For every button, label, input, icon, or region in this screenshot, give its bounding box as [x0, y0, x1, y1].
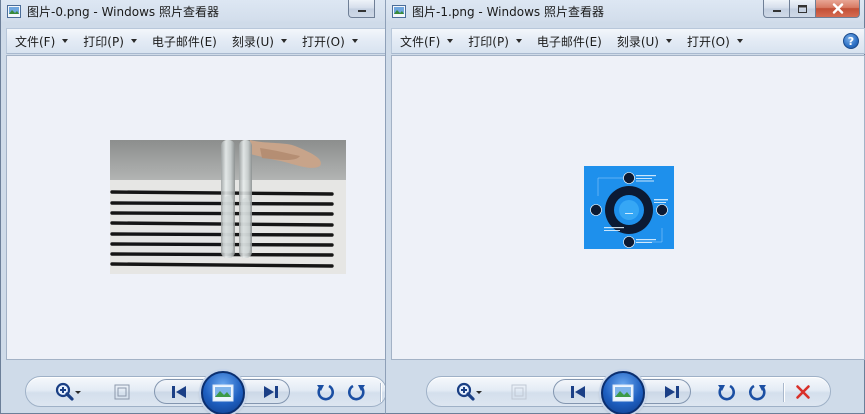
chevron-down-icon [130, 39, 137, 43]
title-bar[interactable]: 图片-0.png - Windows 照片查看器 [1, 0, 385, 22]
menu-burn-label: 刻录(U) [616, 34, 659, 49]
photo-viewer-app-icon [7, 4, 21, 18]
previous-icon [172, 386, 186, 398]
menu-print[interactable]: 打印(P) [460, 28, 529, 54]
menu-file[interactable]: 文件(F) [7, 28, 75, 54]
toolbar-separator [783, 383, 784, 402]
next-button[interactable] [660, 383, 684, 401]
chevron-down-icon [351, 39, 358, 43]
menu-print[interactable]: 打印(P) [75, 28, 144, 54]
zoom-icon [456, 382, 482, 401]
chevron-down-icon [447, 39, 454, 43]
rotate-counterclockwise-icon [718, 384, 735, 401]
menu-print-label: 打印(P) [468, 34, 509, 49]
test-tubes-photo [110, 140, 346, 274]
actual-size-button[interactable] [511, 384, 527, 400]
slideshow-button[interactable] [601, 371, 645, 414]
photo-viewer-app-icon [392, 4, 406, 18]
actual-size-icon [511, 384, 527, 400]
caption-buttons [763, 0, 860, 18]
slideshow-button[interactable] [201, 371, 245, 414]
chevron-down-icon [736, 39, 743, 43]
chevron-down-icon [666, 39, 672, 43]
actual-size-icon [114, 384, 130, 400]
next-icon [264, 386, 278, 398]
toolbar [426, 371, 831, 414]
toolbar [25, 371, 387, 414]
rotate-clockwise-button[interactable] [747, 381, 769, 403]
image-viewer-area[interactable] [6, 55, 387, 360]
minimize-icon [357, 9, 366, 12]
zoom-button[interactable] [455, 381, 483, 403]
chevron-down-icon [515, 39, 522, 43]
zoom-button[interactable] [54, 381, 82, 403]
chevron-down-icon [62, 39, 69, 43]
command-bar: 文件(F) 打印(P) 电子邮件(E) 刻录(U) 打开(O) ? [391, 28, 865, 54]
menu-burn[interactable]: 刻录(U) [609, 28, 679, 54]
menu-open-label: 打开(O) [302, 34, 345, 49]
caption-buttons [348, 0, 375, 18]
navigation-group [553, 371, 691, 414]
close-button[interactable] [816, 0, 860, 18]
slideshow-icon [212, 384, 234, 402]
infographic-image [584, 166, 674, 249]
previous-icon [571, 386, 585, 398]
menu-open[interactable]: 打开(O) [679, 28, 750, 54]
close-icon [832, 3, 843, 14]
delete-icon [796, 385, 810, 399]
zoom-icon [55, 382, 81, 401]
window-title: 图片-1.png - Windows 照片查看器 [412, 4, 604, 19]
menu-open-label: 打开(O) [687, 34, 730, 49]
menu-burn-label: 刻录(U) [231, 34, 274, 49]
rotate-counterclockwise-button[interactable] [715, 381, 737, 403]
maximize-button[interactable] [790, 0, 816, 18]
menu-email[interactable]: 电子邮件(E) [144, 28, 224, 54]
menu-email-label: 电子邮件(E) [536, 34, 602, 49]
menu-file[interactable]: 文件(F) [392, 28, 460, 54]
delete-button[interactable] [793, 382, 813, 402]
minimize-button[interactable] [348, 0, 375, 18]
chevron-down-icon [281, 39, 287, 43]
previous-button[interactable] [167, 383, 191, 401]
photo-viewer-window-1: 图片-1.png - Windows 照片查看器 文件(F) 打印(P) 电子邮… [385, 0, 865, 414]
menu-print-label: 打印(P) [83, 34, 124, 49]
menu-file-label: 文件(F) [400, 34, 441, 49]
minimize-button[interactable] [763, 0, 790, 18]
command-bar: 文件(F) 打印(P) 电子邮件(E) 刻录(U) 打开(O) [6, 28, 387, 54]
next-icon [665, 386, 679, 398]
displayed-image [584, 166, 674, 249]
menu-email-label: 电子邮件(E) [151, 34, 217, 49]
help-icon[interactable]: ? [843, 33, 859, 49]
rotate-counterclockwise-icon [317, 384, 334, 401]
actual-size-button[interactable] [114, 384, 130, 400]
menu-email[interactable]: 电子邮件(E) [529, 28, 609, 54]
menu-file-label: 文件(F) [15, 34, 56, 49]
image-viewer-area[interactable] [391, 55, 865, 360]
slideshow-icon [612, 384, 634, 402]
menu-burn[interactable]: 刻录(U) [224, 28, 294, 54]
rotate-counterclockwise-button[interactable] [314, 381, 336, 403]
rotate-clockwise-icon [348, 384, 365, 401]
minimize-icon [772, 9, 781, 12]
photo-viewer-window-0: 图片-0.png - Windows 照片查看器 文件(F) 打印(P) 电子邮… [0, 0, 387, 414]
displayed-image [110, 140, 346, 274]
rotate-clockwise-button[interactable] [346, 381, 368, 403]
previous-button[interactable] [566, 383, 590, 401]
maximize-icon [798, 4, 807, 13]
next-button[interactable] [259, 383, 283, 401]
toolbar-separator [380, 383, 381, 402]
window-title: 图片-0.png - Windows 照片查看器 [27, 4, 219, 19]
navigation-group [154, 371, 290, 414]
rotate-clockwise-icon [749, 384, 766, 401]
menu-open[interactable]: 打开(O) [294, 28, 365, 54]
